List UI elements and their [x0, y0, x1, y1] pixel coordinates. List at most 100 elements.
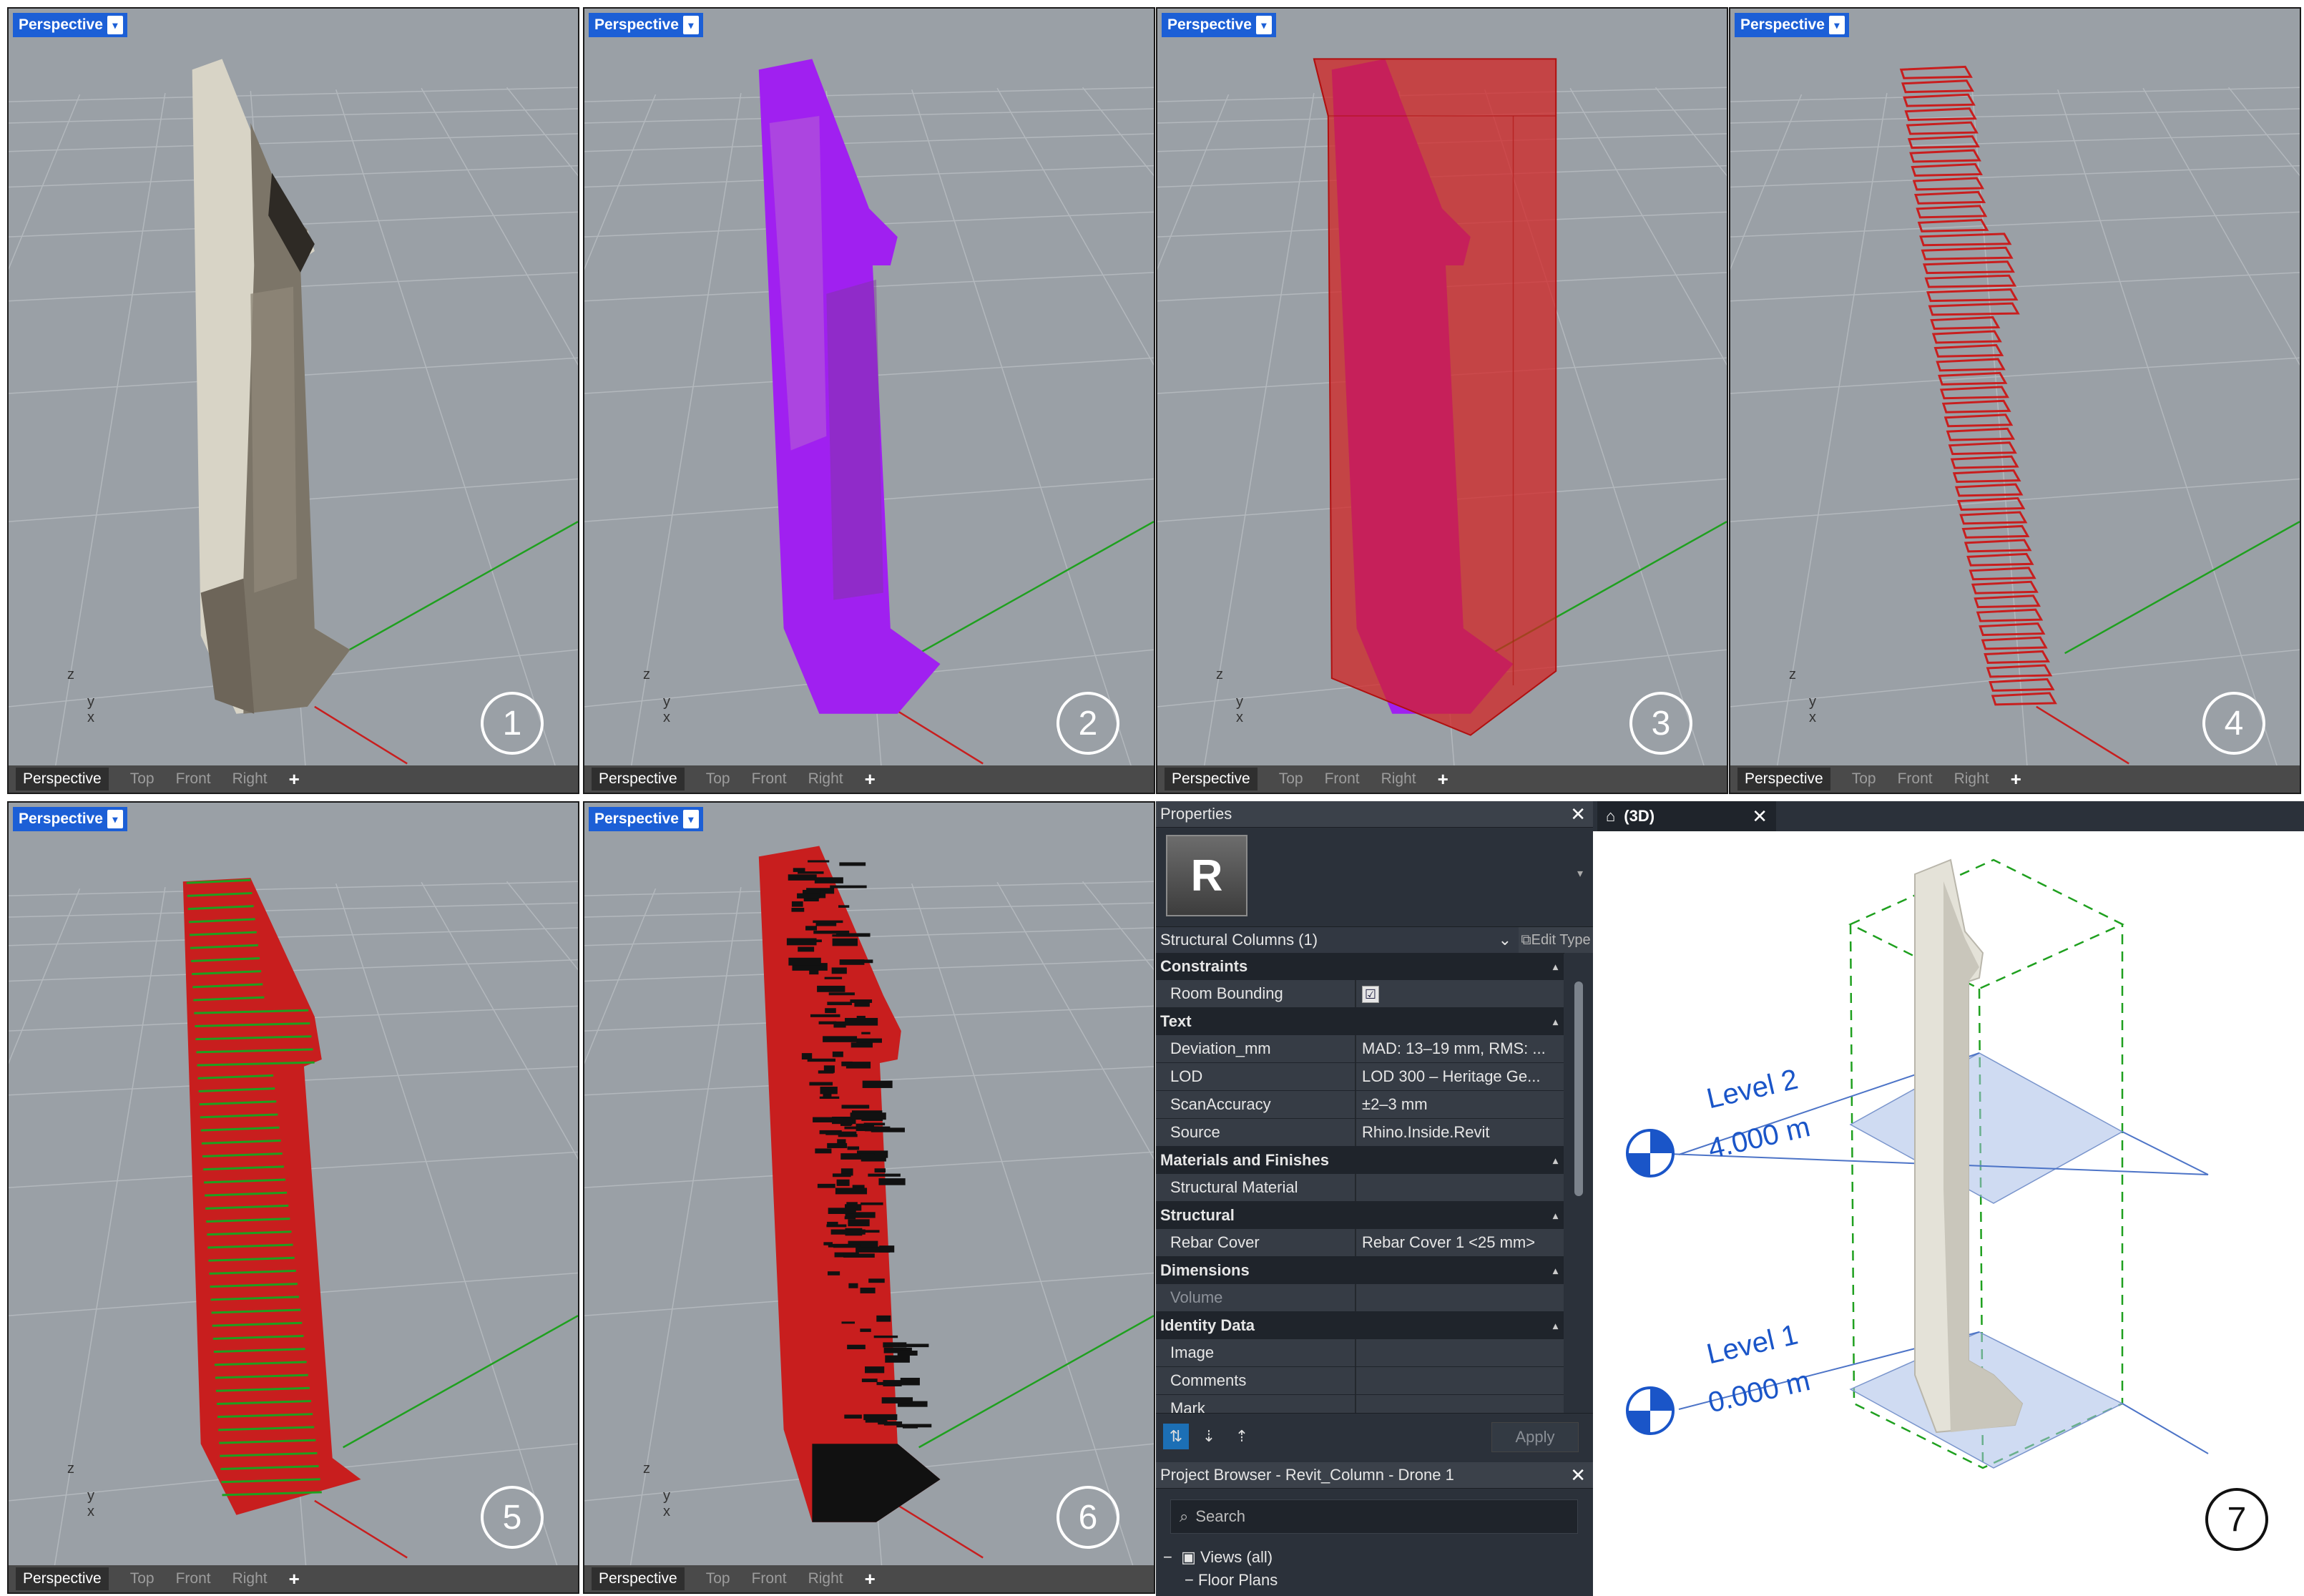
tab-right[interactable]: Right — [808, 1570, 843, 1587]
tab-front[interactable]: Front — [752, 1570, 787, 1587]
sort-az-icon[interactable]: ⇣ — [1196, 1424, 1222, 1449]
property-row[interactable]: LOD LOD 300 – Heritage Ge... — [1156, 1063, 1564, 1091]
tab-3d[interactable]: ⌂ (3D) ✕ — [1597, 801, 1776, 831]
property-row[interactable]: Deviation_mm MAD: 13–19 mm, RMS: ... — [1156, 1035, 1564, 1063]
property-value[interactable]: MAD: 13–19 mm, RMS: ... — [1356, 1035, 1564, 1062]
section-identity-data[interactable]: Identity Data ▴ — [1156, 1312, 1564, 1339]
tab-top[interactable]: Top — [1852, 770, 1876, 788]
tab-perspective[interactable]: Perspective — [1737, 768, 1830, 790]
revit-3d-view[interactable]: ⌂ (3D) ✕ Level 2 4.000 m Level 1 0.000 m… — [1593, 801, 2304, 1596]
property-value[interactable] — [1356, 1339, 1564, 1366]
tab-right[interactable]: Right — [232, 770, 268, 788]
tab-front[interactable]: Front — [176, 1570, 211, 1587]
tab-front[interactable]: Front — [176, 770, 211, 788]
tab-perspective[interactable]: Perspective — [592, 1567, 685, 1590]
chevron-down-icon[interactable]: ▾ — [682, 810, 699, 828]
property-row[interactable]: Image — [1156, 1339, 1564, 1367]
collapse-icon[interactable]: ▴ — [1553, 1312, 1558, 1339]
tab-perspective[interactable]: Perspective — [16, 1567, 109, 1590]
chevron-down-icon[interactable]: ▾ — [682, 16, 699, 34]
tab-top[interactable]: Top — [130, 770, 155, 788]
chevron-down-icon[interactable]: ▾ — [1577, 866, 1583, 881]
property-row[interactable]: Volume — [1156, 1284, 1564, 1312]
tree-item-floor-plans[interactable]: − Floor Plans — [1185, 1570, 1278, 1591]
tab-front[interactable]: Front — [1325, 770, 1360, 788]
viewport-label[interactable]: Perspective ▾ — [589, 13, 703, 37]
checkbox[interactable]: ☑ — [1362, 986, 1379, 1003]
edit-type-button[interactable]: ⧉Edit Type — [1519, 927, 1593, 953]
viewport-4[interactable]: Perspective ▾ z y x 4 Perspective Top Fro… — [1729, 7, 2301, 794]
tab-top[interactable]: Top — [706, 770, 730, 788]
add-tab-button[interactable]: + — [289, 768, 300, 790]
chevron-down-icon[interactable]: ⌄ — [1499, 927, 1511, 953]
tab-top[interactable]: Top — [706, 1570, 730, 1587]
properties-scrollbar[interactable] — [1564, 953, 1593, 1414]
property-value[interactable]: Rebar Cover 1 <25 mm> — [1356, 1229, 1564, 1256]
tab-perspective[interactable]: Perspective — [16, 768, 109, 790]
collapse-icon[interactable]: − — [1163, 1548, 1172, 1566]
type-selector[interactable]: Structural Columns (1) ⌄ — [1156, 927, 1519, 953]
add-tab-button[interactable]: + — [865, 1568, 876, 1590]
property-row[interactable]: Comments — [1156, 1367, 1564, 1395]
property-value[interactable]: Rhino.Inside.Revit — [1356, 1119, 1564, 1146]
property-row[interactable]: Mark — [1156, 1395, 1564, 1414]
collapse-icon[interactable]: ▴ — [1553, 1147, 1558, 1174]
collapse-icon[interactable]: ▴ — [1553, 1008, 1558, 1035]
viewport-1[interactable]: Perspective ▾ z y x 1 Perspective Top Fro… — [7, 7, 579, 794]
viewport-3[interactable]: Perspective ▾ z y x 3 Perspective Top Fro… — [1156, 7, 1728, 794]
tab-front[interactable]: Front — [1898, 770, 1933, 788]
collapse-icon[interactable]: ▴ — [1553, 1257, 1558, 1284]
tab-right[interactable]: Right — [808, 770, 843, 788]
add-tab-button[interactable]: + — [2011, 768, 2021, 790]
close-icon[interactable]: ✕ — [1570, 801, 1586, 827]
close-icon[interactable]: ✕ — [1752, 801, 1768, 831]
sort-icon[interactable]: ⇅ — [1163, 1424, 1189, 1449]
close-icon[interactable]: ✕ — [1570, 1462, 1586, 1488]
add-tab-button[interactable]: + — [1438, 768, 1448, 790]
viewport-label[interactable]: Perspective ▾ — [1735, 13, 1849, 37]
tab-top[interactable]: Top — [1279, 770, 1303, 788]
property-value[interactable]: LOD 300 – Heritage Ge... — [1356, 1063, 1564, 1090]
sort-za-icon[interactable]: ⇡ — [1229, 1424, 1255, 1449]
property-row[interactable]: Rebar Cover Rebar Cover 1 <25 mm> — [1156, 1229, 1564, 1257]
tab-perspective[interactable]: Perspective — [592, 768, 685, 790]
collapse-icon[interactable]: − — [1185, 1571, 1194, 1589]
property-row[interactable]: Structural Material — [1156, 1174, 1564, 1202]
viewport-label[interactable]: Perspective ▾ — [13, 13, 127, 37]
property-value[interactable]: ±2–3 mm — [1356, 1091, 1564, 1118]
tab-right[interactable]: Right — [232, 1570, 268, 1587]
property-row[interactable]: ScanAccuracy ±2–3 mm — [1156, 1091, 1564, 1119]
chevron-down-icon[interactable]: ▾ — [1255, 16, 1272, 34]
property-value[interactable] — [1356, 1395, 1564, 1414]
viewport-5[interactable]: Perspective ▾ z y x 5 Perspective Top Fro… — [7, 801, 579, 1594]
property-value[interactable]: ☑ — [1356, 980, 1564, 1007]
chevron-down-icon[interactable]: ▾ — [107, 810, 123, 828]
section-structural[interactable]: Structural ▴ — [1156, 1202, 1564, 1229]
collapse-icon[interactable]: ▴ — [1553, 953, 1558, 980]
viewport-6[interactable]: Perspective ▾ z y x 6 Perspective Top Fro… — [583, 801, 1155, 1594]
search-input[interactable]: ⌕ Search — [1170, 1499, 1578, 1534]
viewport-2[interactable]: Perspective ▾ z y x 2 Perspective Top Fro… — [583, 7, 1155, 794]
tab-right[interactable]: Right — [1381, 770, 1416, 788]
scrollbar-thumb[interactable] — [1574, 981, 1583, 1196]
chevron-down-icon[interactable]: ▾ — [107, 16, 123, 34]
property-row[interactable]: Room Bounding ☑ — [1156, 980, 1564, 1008]
property-value[interactable] — [1356, 1367, 1564, 1394]
section-materials[interactable]: Materials and Finishes ▴ — [1156, 1147, 1564, 1174]
tab-front[interactable]: Front — [752, 770, 787, 788]
viewport-label[interactable]: Perspective ▾ — [589, 807, 703, 831]
tree-item-views[interactable]: − ▣ Views (all) — [1163, 1547, 1273, 1568]
add-tab-button[interactable]: + — [289, 1568, 300, 1590]
collapse-icon[interactable]: ▴ — [1553, 1202, 1558, 1229]
tab-perspective[interactable]: Perspective — [1165, 768, 1258, 790]
section-dimensions[interactable]: Dimensions ▴ — [1156, 1257, 1564, 1284]
tab-right[interactable]: Right — [1954, 770, 1989, 788]
apply-button[interactable]: Apply — [1491, 1422, 1579, 1452]
viewport-label[interactable]: Perspective ▾ — [13, 807, 127, 831]
property-value[interactable] — [1356, 1174, 1564, 1201]
property-row[interactable]: Source Rhino.Inside.Revit — [1156, 1119, 1564, 1147]
viewport-label[interactable]: Perspective ▾ — [1162, 13, 1276, 37]
tab-top[interactable]: Top — [130, 1570, 155, 1587]
chevron-down-icon[interactable]: ▾ — [1828, 16, 1845, 34]
add-tab-button[interactable]: + — [865, 768, 876, 790]
